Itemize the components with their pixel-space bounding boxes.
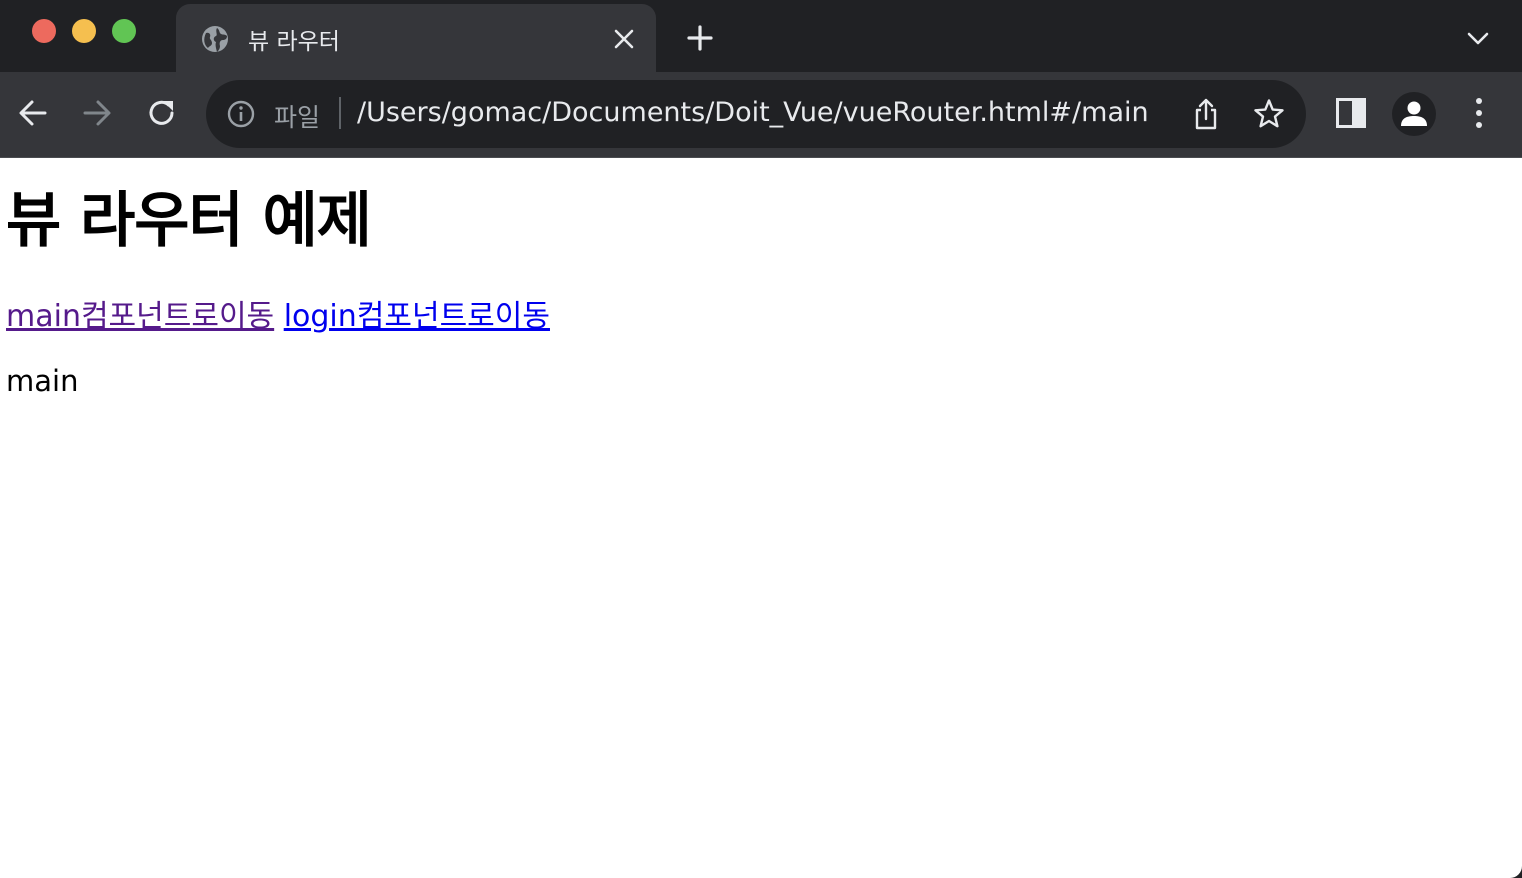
reload-icon[interactable] xyxy=(145,96,179,130)
window-close-button[interactable] xyxy=(32,19,56,43)
page-viewport: 뷰 라우터 예제 main컴포넌트로이동 login컴포넌트로이동 main xyxy=(0,158,1522,878)
scheme-label: 파일 xyxy=(274,103,321,132)
new-tab-plus-icon[interactable] xyxy=(686,24,714,52)
forward-arrow-icon[interactable] xyxy=(80,96,114,130)
globe-icon xyxy=(202,26,228,52)
tab-title: 뷰 라우터 xyxy=(248,29,340,55)
browser-tab[interactable]: 뷰 라우터 xyxy=(176,4,656,72)
main-component-link[interactable]: main컴포넌트로이동 xyxy=(6,299,274,334)
omnibox-separator xyxy=(339,97,341,129)
tab-strip: 뷰 라우터 xyxy=(0,0,1522,72)
info-icon[interactable] xyxy=(226,99,256,129)
kebab-menu-icon[interactable] xyxy=(1462,96,1496,130)
url-text[interactable]: /Users/gomac/Documents/Doit_Vue/vueRoute… xyxy=(357,97,1149,128)
profile-icon xyxy=(1401,101,1427,126)
page-title: 뷰 라우터 예제 xyxy=(6,186,372,256)
window-maximize-button[interactable] xyxy=(112,19,136,43)
share-icon[interactable] xyxy=(1190,97,1222,131)
back-arrow-icon[interactable] xyxy=(16,96,50,130)
side-panel-icon[interactable] xyxy=(1334,96,1368,130)
close-icon[interactable] xyxy=(612,27,636,51)
router-view-content: main xyxy=(6,364,79,398)
star-icon[interactable] xyxy=(1252,97,1286,131)
window-minimize-button[interactable] xyxy=(72,19,96,43)
router-nav: main컴포넌트로이동 login컴포넌트로이동 xyxy=(6,291,550,335)
browser-toolbar: 파일 /Users/gomac/Documents/Doit_Vue/vueRo… xyxy=(0,72,1522,158)
profile-avatar[interactable] xyxy=(1392,92,1436,136)
login-component-link[interactable]: login컴포넌트로이동 xyxy=(284,299,550,334)
chevron-down-icon[interactable] xyxy=(1464,26,1492,50)
address-bar[interactable]: 파일 /Users/gomac/Documents/Doit_Vue/vueRo… xyxy=(206,80,1306,148)
